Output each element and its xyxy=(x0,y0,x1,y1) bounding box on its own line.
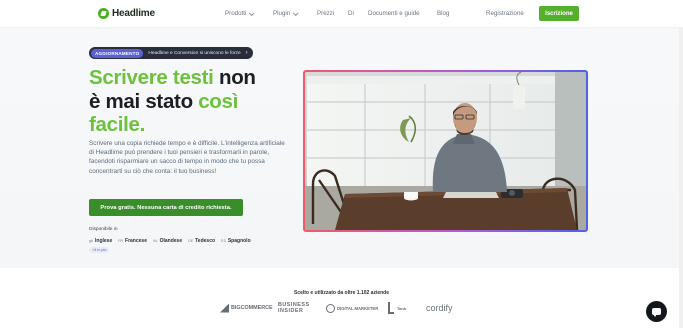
language-name: Francese xyxy=(125,238,147,244)
brand-logo-cordify: cordify xyxy=(426,303,453,313)
nav-item-label: Prezzi xyxy=(317,10,335,17)
brand-name: BIGCOMMERCE xyxy=(231,305,273,311)
nav-item-label: Blog xyxy=(437,10,450,17)
nav-item-blog[interactable]: Blog xyxy=(437,10,449,17)
bigcommerce-icon xyxy=(220,303,229,313)
chevron-right-icon: › xyxy=(245,50,248,56)
hero-photo xyxy=(305,72,586,230)
nav-item-prezzi[interactable]: Prezzi xyxy=(317,10,334,17)
language-name: Spagnolo xyxy=(227,238,251,244)
language-name: Olandese xyxy=(159,238,183,244)
announcement-badge[interactable]: AGGIORNAMENTO Headlime e Conversion si u… xyxy=(89,47,253,59)
try-free-button[interactable]: Prova gratis. Nessuna carta di credito r… xyxy=(89,199,243,216)
nav-item-label: Prodotti xyxy=(225,10,247,17)
flag-icon: FR xyxy=(118,239,124,243)
hero-title: Scrivere testi non è mai stato così faci… xyxy=(89,66,299,137)
flag-icon: NL xyxy=(153,239,158,243)
signup-button[interactable]: Iscrizione xyxy=(539,6,579,21)
language-item: gb Inglese xyxy=(89,238,112,244)
top-navbar: Headlime Prodotti Plugin Prezzi Di Docum… xyxy=(0,0,683,28)
brand-name: DIGITAL MARKETER xyxy=(337,305,379,311)
nav-item-label: Plugin xyxy=(273,10,291,17)
brand-logo-digital-marketer: DIGITAL MARKETER xyxy=(326,298,378,318)
brand-logos: BIGCOMMERCE BUSINESS INSIDER DIGITAL MAR… xyxy=(0,298,683,318)
nav-item-label: Di xyxy=(348,10,354,17)
language-name: Inglese xyxy=(95,238,113,244)
title-part: Scrivere testi xyxy=(89,66,214,89)
language-item: DE Tedesco xyxy=(188,238,215,244)
brand-logo-bigcommerce: BIGCOMMERCE xyxy=(220,298,273,318)
hero-image-frame xyxy=(303,70,588,232)
language-item: ES Spagnolo xyxy=(221,238,251,244)
chat-bubble-icon xyxy=(652,308,661,317)
available-label: Disponibile in xyxy=(89,227,118,232)
chat-widget-button[interactable] xyxy=(646,301,667,322)
register-link[interactable]: Registrazione xyxy=(486,10,524,17)
more-languages-badge[interactable]: +4 in più xyxy=(89,247,110,253)
tank-icon xyxy=(388,302,394,314)
announcement-tag: AGGIORNAMENTO xyxy=(91,48,144,58)
brand-logo-tank: Tank xyxy=(388,298,406,318)
nav-item-documenti[interactable]: Documenti e guide xyxy=(368,10,420,17)
language-item: FR Francese xyxy=(118,238,147,244)
flag-icon: DE xyxy=(188,239,194,243)
language-item: NL Olandese xyxy=(153,238,182,244)
title-part: così xyxy=(198,89,239,113)
page-scrollbar[interactable] xyxy=(679,28,683,328)
nav-item-prodotti[interactable]: Prodotti xyxy=(225,9,255,17)
announcement-text: Headlime e Conversion si uniscono le for… xyxy=(148,50,241,56)
nav-item-label: Documenti e guide xyxy=(368,10,420,17)
chevron-down-icon xyxy=(249,9,255,16)
chevron-down-icon xyxy=(293,9,299,16)
headlime-logo-icon xyxy=(98,8,109,19)
hero-description: Scrivere una copia richiede tempo e è di… xyxy=(89,140,285,175)
brand-name: Tank xyxy=(397,305,407,311)
digitalmarketer-icon xyxy=(326,303,335,313)
language-list: gb Inglese FR Francese NL Olandese DE Tedesc… xyxy=(89,238,251,244)
title-part: non xyxy=(213,66,256,89)
brand-logo-business-insider: BUSINESS INSIDER xyxy=(278,302,310,314)
flag-icon: gb xyxy=(89,239,93,243)
title-part: facile. xyxy=(89,113,146,136)
logo-text: Headlime xyxy=(112,8,155,19)
nav-item-di[interactable]: Di xyxy=(348,10,354,17)
language-name: Tedesco xyxy=(195,238,216,244)
man-typing-illustration xyxy=(305,72,586,230)
headlime-logo[interactable]: Headlime xyxy=(98,8,155,19)
nav-item-plugin[interactable]: Plugin xyxy=(273,9,299,17)
title-part: è mai stato xyxy=(89,89,199,113)
flag-icon: ES xyxy=(221,239,226,243)
trusted-by-label: Scelto e utilizzato da oltre 1.102 azien… xyxy=(293,290,390,296)
